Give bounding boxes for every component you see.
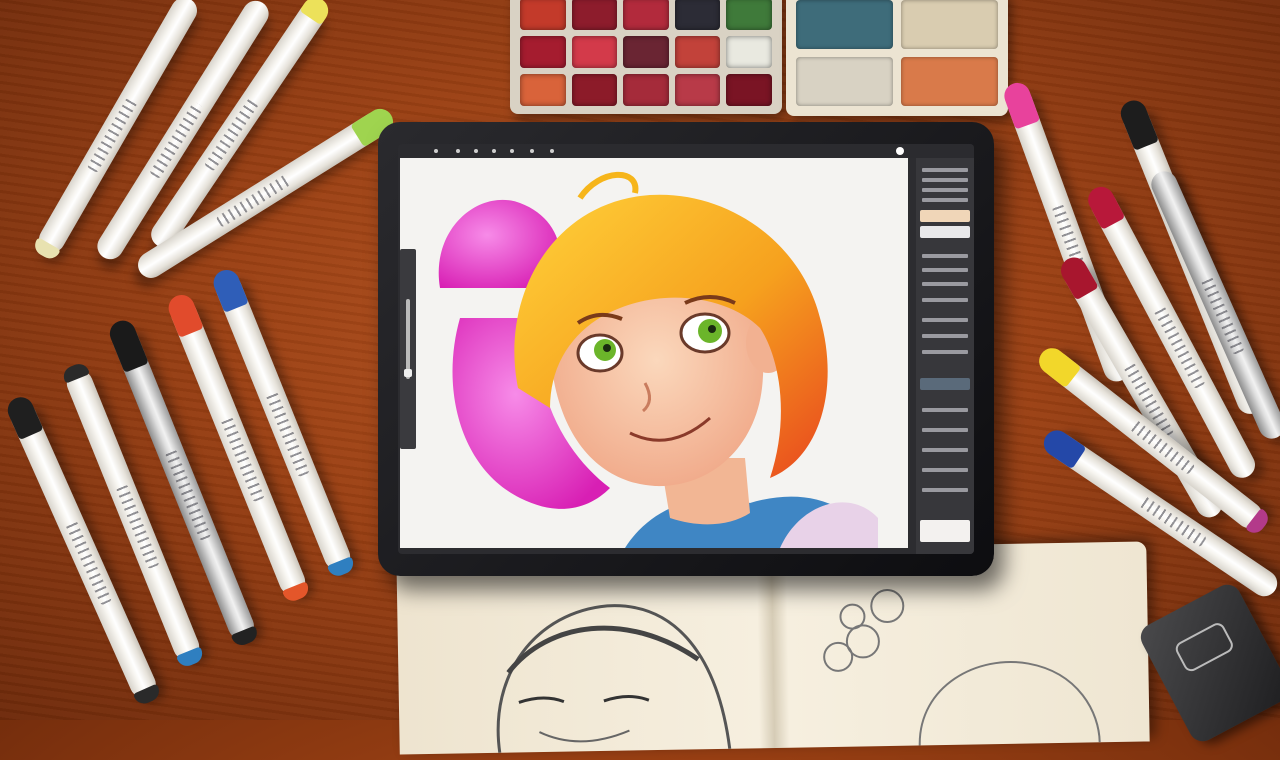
character-illustration <box>438 171 878 548</box>
brush-icon[interactable] <box>434 149 438 153</box>
layer-thumbnail[interactable] <box>920 226 970 238</box>
color-picker-icon[interactable] <box>896 147 904 155</box>
panel-setting-row[interactable] <box>922 448 968 452</box>
tablet-screen <box>398 144 974 554</box>
app-toolbar <box>398 144 974 158</box>
selection-icon[interactable] <box>492 149 496 153</box>
paint-pan <box>520 0 566 30</box>
panel-setting-row[interactable] <box>922 334 968 338</box>
brush-size-slider[interactable] <box>400 249 416 449</box>
panel-setting-row[interactable] <box>922 350 968 354</box>
paint-pan <box>623 36 669 68</box>
eraser-icon[interactable] <box>456 149 460 153</box>
paint-mixing-tray <box>786 0 1008 116</box>
undo-icon[interactable] <box>530 149 534 153</box>
mixing-well <box>796 0 893 49</box>
panel-setting-row[interactable] <box>922 198 968 202</box>
panel-setting-row[interactable] <box>922 188 968 192</box>
paint-pan <box>674 36 721 68</box>
paint-pan <box>674 74 721 106</box>
panel-setting-row[interactable] <box>922 254 968 258</box>
color-swatch[interactable] <box>920 378 970 390</box>
paint-pan <box>623 74 669 106</box>
paint-pan <box>726 36 772 68</box>
paint-pan <box>571 74 618 106</box>
redo-icon[interactable] <box>550 149 554 153</box>
panel-setting-row[interactable] <box>922 468 968 472</box>
panel-setting-row[interactable] <box>922 488 968 492</box>
watercolor-palette <box>510 0 782 114</box>
panel-setting-row[interactable] <box>922 178 968 182</box>
mixing-well <box>901 0 998 49</box>
panel-setting-row[interactable] <box>922 268 968 272</box>
transform-icon[interactable] <box>510 149 514 153</box>
smudge-icon[interactable] <box>474 149 478 153</box>
panel-setting-row[interactable] <box>922 298 968 302</box>
mixing-well <box>901 57 998 106</box>
paint-pan <box>571 0 618 30</box>
drawing-canvas[interactable] <box>400 158 908 548</box>
layers-panel <box>916 158 974 554</box>
paint-pan <box>520 74 566 106</box>
panel-setting-row[interactable] <box>922 168 968 172</box>
panel-setting-row[interactable] <box>922 428 968 432</box>
mixing-well <box>796 57 893 106</box>
active-layer[interactable] <box>920 210 970 222</box>
panel-setting-row[interactable] <box>922 282 968 286</box>
drawing-tablet <box>378 122 994 576</box>
paint-pan <box>726 74 772 106</box>
paint-pan <box>726 0 772 30</box>
panel-setting-row[interactable] <box>922 408 968 412</box>
slider-track <box>406 299 410 379</box>
paint-pan <box>571 36 618 68</box>
panel-setting-row[interactable] <box>922 318 968 322</box>
paint-pan <box>520 36 566 68</box>
paint-pan <box>623 0 669 30</box>
color-preview[interactable] <box>920 520 970 542</box>
paint-pan <box>674 0 721 30</box>
slider-thumb[interactable] <box>404 369 412 377</box>
